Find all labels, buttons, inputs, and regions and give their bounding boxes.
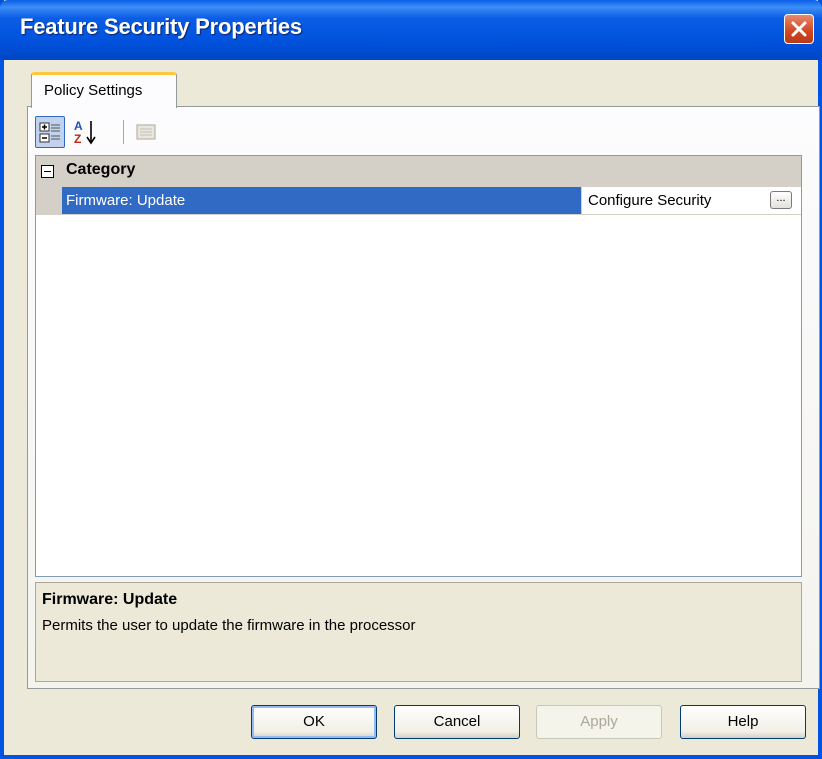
- close-button[interactable]: [784, 14, 814, 44]
- svg-text:A: A: [74, 119, 83, 133]
- row-gutter: [36, 187, 62, 214]
- svg-text:Z: Z: [74, 132, 81, 146]
- tab-label: Policy Settings: [44, 82, 143, 99]
- sort-alphabetical-icon: A Z: [74, 119, 96, 146]
- window-title: Feature Security Properties: [20, 14, 302, 39]
- title-bar[interactable]: Feature Security Properties: [0, 0, 822, 60]
- property-value[interactable]: Configure Security: [588, 187, 711, 214]
- help-pane: Firmware: Update Permits the user to upd…: [35, 582, 802, 682]
- categorized-icon: [39, 122, 60, 143]
- help-description: Permits the user to update the firmware …: [42, 617, 416, 634]
- toolbar-separator: [123, 120, 124, 144]
- tab-policy-settings[interactable]: Policy Settings: [31, 72, 177, 108]
- help-title: Firmware: Update: [42, 591, 178, 608]
- cancel-button[interactable]: Cancel: [394, 705, 520, 739]
- property-row[interactable]: Firmware: Update Configure Security ...: [36, 187, 801, 215]
- category-label: Category: [66, 161, 136, 178]
- ok-button[interactable]: OK: [251, 705, 377, 739]
- sort-alphabetical-button[interactable]: A Z: [71, 116, 101, 148]
- property-pages-button[interactable]: [131, 116, 161, 148]
- ellipsis-button[interactable]: ...: [770, 191, 792, 209]
- help-button[interactable]: Help: [680, 705, 806, 739]
- categorized-button[interactable]: [35, 116, 65, 148]
- property-pages-icon: [136, 124, 156, 140]
- apply-button[interactable]: Apply: [536, 705, 662, 739]
- column-divider[interactable]: [581, 187, 582, 214]
- collapse-icon[interactable]: [41, 165, 54, 178]
- category-row[interactable]: Category: [36, 156, 801, 187]
- property-grid: Category Firmware: Update Configure Secu…: [35, 155, 802, 577]
- property-name[interactable]: Firmware: Update: [62, 187, 581, 214]
- close-icon: [791, 21, 807, 37]
